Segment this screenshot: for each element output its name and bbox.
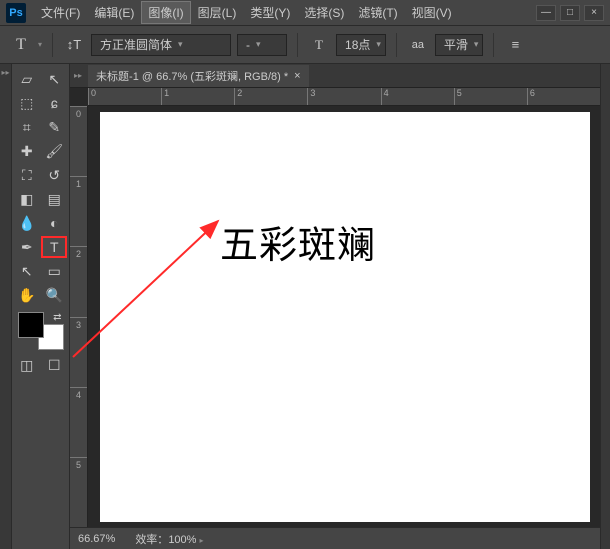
app-logo: Ps bbox=[6, 3, 26, 23]
stamp-tool[interactable]: ⛶ bbox=[14, 164, 40, 186]
menu-image[interactable]: 图像(I) bbox=[141, 1, 190, 24]
menu-edit[interactable]: 编辑(E) bbox=[87, 1, 141, 24]
arrow-cursor[interactable]: ↖ bbox=[42, 68, 68, 90]
menu-filter[interactable]: 滤镜(T) bbox=[351, 1, 404, 24]
canvas-viewport: 0 1 2 3 4 5 6 0 1 2 3 4 5 五彩斑斓 bbox=[70, 88, 600, 527]
move-tool[interactable]: ▱ bbox=[14, 68, 40, 90]
anti-alias-value: 平滑 bbox=[444, 36, 468, 53]
zoom-tool[interactable]: 🔍 bbox=[42, 284, 68, 306]
expand-right-icon: ▸▸ bbox=[1, 68, 9, 77]
text-layer[interactable]: 五彩斑斓 bbox=[220, 214, 376, 269]
pen-tool[interactable]: ✒ bbox=[14, 236, 39, 258]
efficiency-readout[interactable]: 效率：100% ▸ bbox=[135, 531, 203, 547]
menu-view[interactable]: 视图(V) bbox=[405, 1, 459, 24]
path-select-tool[interactable]: ↖ bbox=[14, 260, 40, 282]
close-tab-icon[interactable]: × bbox=[294, 70, 300, 82]
document-tab[interactable]: 未标题-1 @ 66.7% (五彩斑斓, RGB/8) * × bbox=[88, 65, 309, 87]
eyedropper-tool[interactable]: ✎ bbox=[42, 116, 68, 138]
shape-tool[interactable]: ▭ bbox=[42, 260, 68, 282]
right-panel-collapse[interactable] bbox=[600, 64, 610, 549]
font-size-icon: T bbox=[308, 34, 330, 56]
healing-tool[interactable]: ✚ bbox=[14, 140, 40, 162]
font-style-dropdown[interactable]: - ▾ bbox=[237, 34, 287, 56]
chevron-down-icon: ▾ bbox=[256, 39, 261, 50]
document-canvas[interactable]: 五彩斑斓 bbox=[100, 112, 590, 522]
zoom-level[interactable]: 66.67% bbox=[78, 533, 115, 545]
swap-colors-icon[interactable]: ⇄ bbox=[53, 312, 61, 323]
ruler-horizontal[interactable]: 0 1 2 3 4 5 6 bbox=[88, 88, 600, 106]
menubar: Ps 文件(F) 编辑(E) 图像(I) 图层(L) 类型(Y) 选择(S) 滤… bbox=[0, 0, 610, 26]
lasso-tool[interactable]: ɕ bbox=[42, 92, 68, 114]
minimize-button[interactable]: — bbox=[536, 5, 556, 21]
color-swatches[interactable]: ⇄ bbox=[16, 312, 66, 350]
workspace: ▸▸ ▱↖⬚ɕ⌗✎✚🖌⛶↺◧▤💧◐✒T↖▭✋🔍 ⇄ ◫☐ ▸▸ 未标题-1 @ … bbox=[0, 64, 610, 549]
status-bar: 66.67% 效率：100% ▸ bbox=[70, 527, 600, 549]
left-panel-collapse[interactable]: ▸▸ bbox=[0, 64, 12, 549]
screen-mode-tool[interactable]: ☐ bbox=[42, 354, 68, 376]
chevron-down-icon: ▾ bbox=[376, 39, 381, 50]
menu-type[interactable]: 类型(Y) bbox=[243, 1, 297, 24]
close-button[interactable]: × bbox=[584, 5, 604, 21]
document-tab-bar: ▸▸ 未标题-1 @ 66.7% (五彩斑斓, RGB/8) * × bbox=[70, 64, 600, 88]
gradient-tool[interactable]: ▤ bbox=[42, 188, 68, 210]
font-size-dropdown[interactable]: 18点 ▾ bbox=[336, 34, 386, 56]
options-bar: T ▾ ↕T 方正准圆简体 ▾ - ▾ T 18点 ▾ aa 平滑 ▾ ≡ bbox=[0, 26, 610, 64]
active-tool-indicator[interactable]: T bbox=[10, 34, 32, 56]
chevron-down-icon: ▾ bbox=[178, 39, 183, 50]
menu-file[interactable]: 文件(F) bbox=[34, 1, 87, 24]
dodge-tool[interactable]: ◐ bbox=[42, 212, 68, 234]
font-family-value: 方正准圆简体 bbox=[100, 36, 172, 53]
hand-tool[interactable]: ✋ bbox=[14, 284, 40, 306]
eraser-tool[interactable]: ◧ bbox=[14, 188, 40, 210]
brush-tool[interactable]: 🖌 bbox=[42, 140, 68, 162]
marquee-tool[interactable]: ⬚ bbox=[14, 92, 40, 114]
chevron-down-icon: ▾ bbox=[474, 39, 479, 50]
canvas-area: ▸▸ 未标题-1 @ 66.7% (五彩斑斓, RGB/8) * × 0 1 2… bbox=[70, 64, 600, 549]
history-brush-tool[interactable]: ↺ bbox=[42, 164, 68, 186]
tool-preset-dropdown-icon[interactable]: ▾ bbox=[38, 40, 42, 49]
window-controls: — □ × bbox=[536, 5, 604, 21]
type-tool[interactable]: T bbox=[41, 236, 67, 258]
foreground-color[interactable] bbox=[18, 312, 44, 338]
document-tab-title: 未标题-1 @ 66.7% (五彩斑斓, RGB/8) * bbox=[96, 68, 288, 84]
crop-tool[interactable]: ⌗ bbox=[14, 116, 40, 138]
font-size-value: 18点 bbox=[345, 36, 370, 53]
toolbox: ▱↖⬚ɕ⌗✎✚🖌⛶↺◧▤💧◐✒T↖▭✋🔍 ⇄ ◫☐ bbox=[12, 64, 70, 549]
font-family-dropdown[interactable]: 方正准圆简体 ▾ bbox=[91, 34, 231, 56]
menu-layer[interactable]: 图层(L) bbox=[191, 1, 244, 24]
text-orientation-toggle[interactable]: ↕T bbox=[63, 34, 85, 56]
quickmask-tool[interactable]: ◫ bbox=[14, 354, 40, 376]
maximize-button[interactable]: □ bbox=[560, 5, 580, 21]
text-align-button[interactable]: ≡ bbox=[504, 34, 526, 56]
blur-tool[interactable]: 💧 bbox=[14, 212, 40, 234]
font-style-value: - bbox=[246, 38, 250, 52]
tab-nav-icon[interactable]: ▸▸ bbox=[74, 71, 82, 80]
ruler-vertical[interactable]: 0 1 2 3 4 5 bbox=[70, 106, 88, 527]
menu-select[interactable]: 选择(S) bbox=[297, 1, 351, 24]
anti-alias-label: aa bbox=[407, 34, 429, 56]
anti-alias-dropdown[interactable]: 平滑 ▾ bbox=[435, 34, 484, 56]
